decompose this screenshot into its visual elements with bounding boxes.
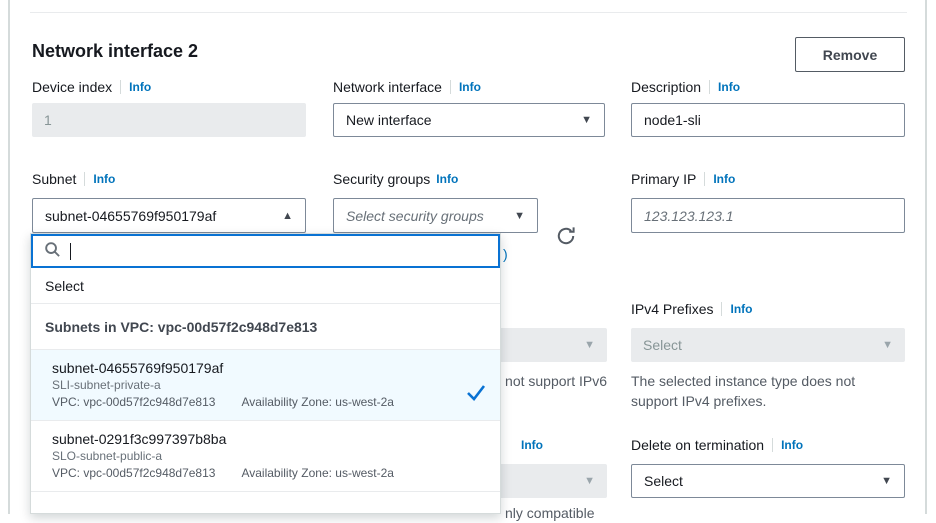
chevron-down-icon: ▼ bbox=[882, 339, 893, 351]
security-groups-info-link[interactable]: Info bbox=[436, 172, 458, 186]
description-input[interactable]: node1-sli bbox=[631, 103, 905, 137]
ipv4-prefixes-select-disabled: Select ▼ bbox=[631, 328, 905, 362]
network-interface-info-link[interactable]: Info bbox=[459, 80, 481, 94]
chevron-down-icon: ▼ bbox=[584, 339, 595, 351]
label-divider bbox=[709, 80, 710, 94]
chevron-down-icon: ▼ bbox=[514, 210, 525, 222]
card-left-border bbox=[8, 0, 10, 514]
obscured-link-fragment[interactable]: ) bbox=[503, 246, 508, 262]
obscured-helper-fragment: nly compatible bbox=[505, 503, 595, 523]
subnet-option-id: subnet-04655769f950179af bbox=[52, 359, 460, 377]
chevron-up-icon: ▲ bbox=[282, 210, 293, 222]
page-title: Network interface 2 bbox=[32, 41, 198, 62]
device-index-info-link[interactable]: Info bbox=[129, 80, 151, 94]
subnet-info-link[interactable]: Info bbox=[93, 172, 115, 186]
primary-ip-info-link[interactable]: Info bbox=[713, 172, 735, 186]
refresh-icon bbox=[554, 236, 578, 251]
remove-button[interactable]: Remove bbox=[795, 37, 905, 72]
ipv4-prefixes-helper-text: The selected instance type does not supp… bbox=[631, 371, 905, 412]
check-icon bbox=[465, 383, 487, 404]
subnet-option-name: SLO-subnet-public-a bbox=[52, 448, 460, 465]
refresh-button[interactable] bbox=[553, 224, 579, 250]
subnet-search-input[interactable] bbox=[31, 234, 500, 268]
subnet-option-select[interactable]: Select bbox=[31, 268, 500, 304]
subnet-option-id: subnet-0291f3c997397b8ba bbox=[52, 430, 460, 448]
subnet-label: Subnet Info bbox=[32, 170, 115, 188]
label-divider bbox=[721, 302, 722, 316]
delete-on-termination-label: Delete on termination Info bbox=[631, 436, 803, 454]
chevron-down-icon: ▼ bbox=[881, 475, 892, 487]
search-icon bbox=[44, 241, 61, 261]
label-divider bbox=[84, 172, 85, 186]
description-info-link[interactable]: Info bbox=[718, 80, 740, 94]
security-groups-select[interactable]: Select security groups ▼ bbox=[333, 198, 538, 233]
obscured-field-info-link: Info bbox=[521, 436, 543, 454]
chevron-down-icon: ▼ bbox=[581, 114, 592, 126]
network-interface-select[interactable]: New interface ▼ bbox=[333, 103, 605, 137]
label-divider bbox=[120, 80, 121, 94]
label-divider bbox=[772, 438, 773, 452]
subnet-option[interactable]: subnet-04655769f950179af SLI-subnet-priv… bbox=[31, 350, 500, 421]
subnet-option[interactable]: subnet-0291f3c997397b8ba SLO-subnet-publ… bbox=[31, 421, 500, 492]
delete-on-termination-select[interactable]: Select ▼ bbox=[631, 464, 905, 498]
network-interface-label: Network interface Info bbox=[333, 78, 481, 96]
subnet-option-meta: VPC: vpc-00d57f2c948d7e813 Availability … bbox=[52, 465, 460, 482]
primary-ip-label: Primary IP Info bbox=[631, 170, 735, 188]
security-groups-label: Security groups Info bbox=[333, 170, 458, 188]
label-divider bbox=[704, 172, 705, 186]
subnet-group-header: Subnets in VPC: vpc-00d57f2c948d7e813 bbox=[31, 304, 500, 350]
device-index-field: 1 bbox=[32, 103, 306, 137]
text-cursor bbox=[70, 243, 71, 260]
ipv4-prefixes-info-link[interactable]: Info bbox=[730, 302, 752, 316]
ipv4-prefixes-label: IPv4 Prefixes Info bbox=[631, 300, 752, 318]
delete-on-termination-info-link[interactable]: Info bbox=[781, 438, 803, 452]
subnet-select[interactable]: subnet-04655769f950179af ▲ bbox=[32, 198, 306, 233]
top-divider bbox=[30, 12, 907, 13]
card-right-border bbox=[925, 0, 927, 514]
chevron-down-icon: ▼ bbox=[584, 475, 595, 487]
description-label: Description Info bbox=[631, 78, 740, 96]
device-index-label: Device index Info bbox=[32, 78, 151, 96]
network-interface-panel: { "header": { "title": "Network interfac… bbox=[0, 0, 936, 514]
subnet-option-name: SLI-subnet-private-a bbox=[52, 377, 460, 394]
subnet-dropdown-panel: Select Subnets in VPC: vpc-00d57f2c948d7… bbox=[30, 233, 501, 514]
label-divider bbox=[450, 80, 451, 94]
subnet-option-meta: VPC: vpc-00d57f2c948d7e813 Availability … bbox=[52, 394, 460, 411]
primary-ip-input[interactable]: 123.123.123.1 bbox=[631, 198, 905, 233]
